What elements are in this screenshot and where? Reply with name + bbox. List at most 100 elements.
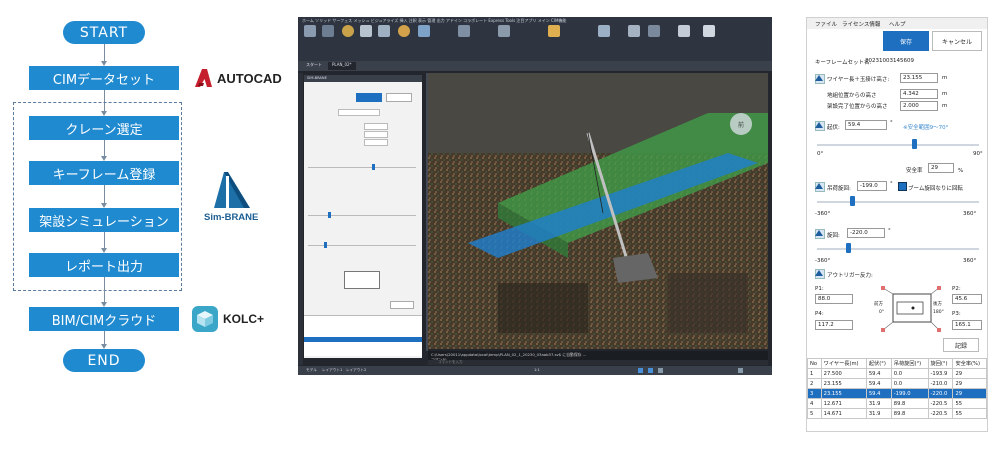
rotate-slider-track[interactable]	[817, 248, 979, 250]
mini-slider[interactable]	[308, 167, 416, 168]
rotate-max-label: 360°	[963, 258, 977, 264]
rotate-angle-input[interactable]: -220.0	[847, 228, 885, 238]
tab-start[interactable]: スタート	[302, 62, 326, 70]
mini-slider-thumb[interactable]	[324, 242, 327, 248]
table-header-row: No ワイヤー長(m) 起伏(°) 吊荷旋回(°) 旋回(°) 安全率(%)	[807, 358, 987, 369]
swing-follow-checkbox[interactable]	[898, 182, 907, 191]
ribbon-sphere-icon[interactable]	[342, 25, 354, 37]
mini-field[interactable]	[364, 131, 388, 138]
table-row[interactable]: 5 14.671 31.9 89.8 -220.5 55	[807, 408, 987, 419]
record-button[interactable]: 記録	[943, 338, 979, 352]
install-height-input[interactable]: 2.000	[900, 101, 938, 111]
boom-slider-thumb[interactable]	[912, 139, 917, 149]
p4-input[interactable]: 117.2	[815, 320, 853, 330]
ribbon-union-icon[interactable]	[360, 25, 372, 37]
wire-label: ワイヤー長＋玉掛け高さ:	[827, 77, 890, 83]
boom-slider-track[interactable]	[817, 144, 979, 146]
boom-angle-input[interactable]: 59.4	[845, 120, 887, 130]
table-row[interactable]: 1 27.500 59.4 0.0 -193.9 29	[807, 368, 987, 379]
status-icon[interactable]	[658, 368, 663, 373]
cad-simbrane-panel: SIM-BRANE	[304, 75, 422, 358]
collapse-triangle-icon	[815, 230, 823, 236]
ribbon-section-icon[interactable]	[418, 25, 430, 37]
viewcube-icon[interactable]: 前	[730, 113, 752, 135]
layout-tab-2[interactable]: レイアウト2	[346, 368, 366, 373]
p2-input[interactable]: 45.6	[952, 294, 982, 304]
ribbon-group-icon[interactable]	[678, 25, 690, 37]
connector	[104, 44, 105, 62]
col-header-boom: 起伏(°)	[865, 358, 892, 369]
layout-tab-1[interactable]: レイアウト1	[322, 368, 342, 373]
p2-marker-icon	[937, 286, 941, 290]
ribbon-box-icon[interactable]	[304, 25, 316, 37]
p1-input[interactable]: 88.0	[815, 294, 853, 304]
layout-tab-model[interactable]: モデル	[306, 368, 317, 373]
mini-field[interactable]	[364, 123, 388, 130]
simbrane-dialog: ファイル ライセンス情報 ヘルプ 保存 キャンセル キーフレームセット名: 20…	[806, 17, 988, 432]
ribbon-filter-icon[interactable]	[628, 25, 640, 37]
table-cell: -220.0	[927, 388, 954, 399]
ribbon-table-icon[interactable]	[703, 25, 715, 37]
command-input[interactable]: コマンドを入力	[428, 360, 768, 365]
ribbon-slice-icon[interactable]	[378, 25, 390, 37]
step-keyframe-registration: キーフレーム登録	[29, 161, 179, 185]
deg-180-label: 180°	[933, 310, 944, 315]
ribbon-shell-icon[interactable]	[398, 25, 410, 37]
mini-save-button[interactable]	[356, 93, 382, 102]
mini-field[interactable]	[364, 139, 388, 146]
status-icon[interactable]	[638, 368, 643, 373]
front-label: 前方	[874, 302, 883, 307]
collapse-triangle-icon	[815, 75, 823, 81]
table-cell: -220.5	[927, 408, 954, 419]
ribbon-view-icon[interactable]	[598, 25, 610, 37]
mini-record-button[interactable]	[390, 301, 414, 309]
rotate-label: 旋回:	[827, 233, 840, 239]
table-row[interactable]: 2 23.155 59.4 0.0 -210.0 29	[807, 378, 987, 389]
kolc-logo-text: KOLC+	[223, 312, 265, 326]
cancel-button[interactable]: キャンセル	[932, 31, 982, 51]
dialog-menubar: ファイル ライセンス情報 ヘルプ	[807, 18, 987, 29]
swing-slider-thumb[interactable]	[850, 196, 855, 206]
menu-license[interactable]: ライセンス情報	[842, 20, 880, 28]
ribbon-extrude-icon[interactable]	[322, 25, 334, 37]
cad-3d-viewport[interactable]: 前	[428, 73, 768, 349]
table-cell: 27.500	[820, 368, 867, 379]
mini-field[interactable]	[338, 109, 380, 116]
ribbon-move-icon[interactable]	[458, 25, 470, 37]
ribbon-layer-icon[interactable]	[548, 25, 560, 37]
menu-help[interactable]: ヘルプ	[889, 20, 906, 28]
p1-marker-icon	[881, 286, 885, 290]
p1-label: P1:	[815, 286, 824, 292]
table-cell: 2	[807, 378, 822, 389]
table-cell: 59.4	[865, 368, 892, 379]
tab-plan02[interactable]: PLAN_02*	[328, 62, 356, 70]
table-cell: -210.0	[927, 378, 954, 389]
swing-max-label: 360°	[963, 211, 977, 217]
scale-readout[interactable]: 1:1	[534, 368, 540, 372]
mini-cancel-button[interactable]	[386, 93, 412, 102]
swing-angle-input[interactable]: -199.0	[857, 181, 887, 191]
table-cell: 14.671	[820, 408, 867, 419]
save-button[interactable]: 保存	[883, 31, 929, 51]
p3-input[interactable]: 165.1	[952, 320, 982, 330]
table-row[interactable]: 4 12.671 31.9 89.8 -220.5 55	[807, 398, 987, 409]
rotate-slider-thumb[interactable]	[846, 243, 851, 253]
status-icon[interactable]	[648, 368, 653, 373]
table-row-selected[interactable]: 3 23.155 59.4 -199.0 -220.0 29	[807, 388, 987, 399]
ground-height-input[interactable]: 4.342	[900, 89, 938, 99]
status-icon[interactable]	[738, 368, 743, 373]
step-report-output: レポート出力	[29, 253, 179, 277]
menu-file[interactable]: ファイル	[815, 20, 837, 28]
ribbon-rotate-icon[interactable]	[498, 25, 510, 37]
wire-length-input[interactable]: 23.155	[900, 73, 938, 83]
swing-slider-track[interactable]	[817, 201, 979, 203]
table-cell: 31.9	[865, 408, 892, 419]
collapse-triangle-icon	[815, 122, 823, 128]
mini-slider-thumb[interactable]	[328, 212, 331, 218]
outrigger-diagram: 前方 後方 0° 180°	[869, 284, 945, 336]
safety-input[interactable]: 29	[928, 163, 954, 173]
mini-table-selected-row[interactable]	[304, 337, 422, 342]
mini-slider[interactable]	[308, 215, 416, 216]
ribbon-base-icon[interactable]	[648, 25, 660, 37]
mini-slider-thumb[interactable]	[372, 164, 375, 170]
